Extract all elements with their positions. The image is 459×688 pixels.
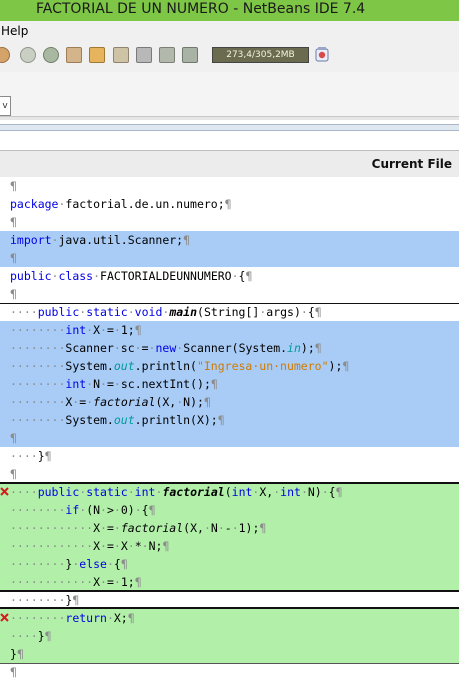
- code-line: ····}¶: [10, 449, 52, 463]
- error-x-icon[interactable]: [0, 487, 9, 496]
- code-line: ············X·=·factorial(X,·N·-·1);¶: [10, 521, 267, 535]
- editor-tab-strip: [0, 124, 459, 131]
- method-separator: [0, 663, 459, 664]
- memory-indicator[interactable]: 273,4/305,2MB: [212, 47, 309, 63]
- code-line: ········if·(N·>·0)·{¶: [10, 503, 156, 517]
- download-icon[interactable]: [89, 47, 105, 63]
- garbage-collect-icon[interactable]: [314, 46, 330, 62]
- error-x-icon[interactable]: [0, 613, 9, 622]
- code-line: package·factorial.de.un.numero;¶: [10, 197, 232, 211]
- navigator-row: [0, 72, 459, 117]
- code-line: ¶: [10, 251, 17, 265]
- cut-icon[interactable]: [136, 47, 152, 63]
- code-line: ····public·static·void·main(String[]·arg…: [10, 305, 322, 319]
- title-bar: FACTORIAL DE UN NUMERO - NetBeans IDE 7.…: [0, 0, 459, 21]
- debug-icon[interactable]: [43, 47, 59, 63]
- upload-icon[interactable]: [113, 47, 129, 63]
- code-line: ¶: [10, 287, 17, 301]
- code-line: ········return·X;¶: [10, 611, 135, 625]
- code-line: ········System.out.println(X);¶: [10, 413, 225, 427]
- profile-icon[interactable]: [159, 47, 175, 63]
- code-line: ¶: [10, 467, 17, 481]
- code-line: import·java.util.Scanner;¶: [10, 233, 191, 247]
- code-line: ¶: [10, 431, 17, 445]
- code-line: ····public·static·int·factorial(int·X,·i…: [10, 485, 343, 499]
- divider: [0, 117, 459, 120]
- code-editor[interactable]: ¶ package·factorial.de.un.numero;¶ ¶ imp…: [0, 177, 459, 688]
- code-line: ········}¶: [10, 593, 80, 607]
- code-line: ········X·=·factorial(X,·N);¶: [10, 395, 211, 409]
- code-line: ········System.out.println("Ingresa·un·n…: [10, 359, 350, 373]
- code-line: }¶: [10, 647, 24, 661]
- tree-icon[interactable]: [182, 47, 198, 63]
- code-line: ············X·=·1;¶: [10, 575, 142, 589]
- code-line: ¶: [10, 179, 17, 193]
- code-line: public·class·FACTORIALDEUNNUMERO·{¶: [10, 269, 253, 283]
- code-line: ····}¶: [10, 629, 52, 643]
- code-line: ············X·=·X·*·N;¶: [10, 539, 170, 553]
- chevron-down-icon[interactable]: v: [0, 96, 11, 116]
- run-icon[interactable]: [20, 47, 36, 63]
- code-line: ········}·else·{¶: [10, 557, 128, 571]
- menu-help[interactable]: Help: [1, 24, 28, 38]
- code-line: ¶: [10, 215, 17, 229]
- window-title: FACTORIAL DE UN NUMERO - NetBeans IDE 7.…: [36, 1, 366, 17]
- menu-bar: Help: [0, 21, 459, 42]
- step-icon[interactable]: [66, 47, 82, 63]
- code-line: ········int·X·=·1;¶: [10, 323, 142, 337]
- code-line: ¶: [10, 665, 17, 679]
- code-line: ········Scanner·sc·=·new·Scanner(System.…: [10, 341, 322, 355]
- scope-header: Current File: [0, 150, 459, 178]
- stop-icon[interactable]: [0, 47, 10, 63]
- code-line: ········int·N·=·sc.nextInt();¶: [10, 377, 218, 391]
- current-file-label[interactable]: Current File: [372, 157, 452, 171]
